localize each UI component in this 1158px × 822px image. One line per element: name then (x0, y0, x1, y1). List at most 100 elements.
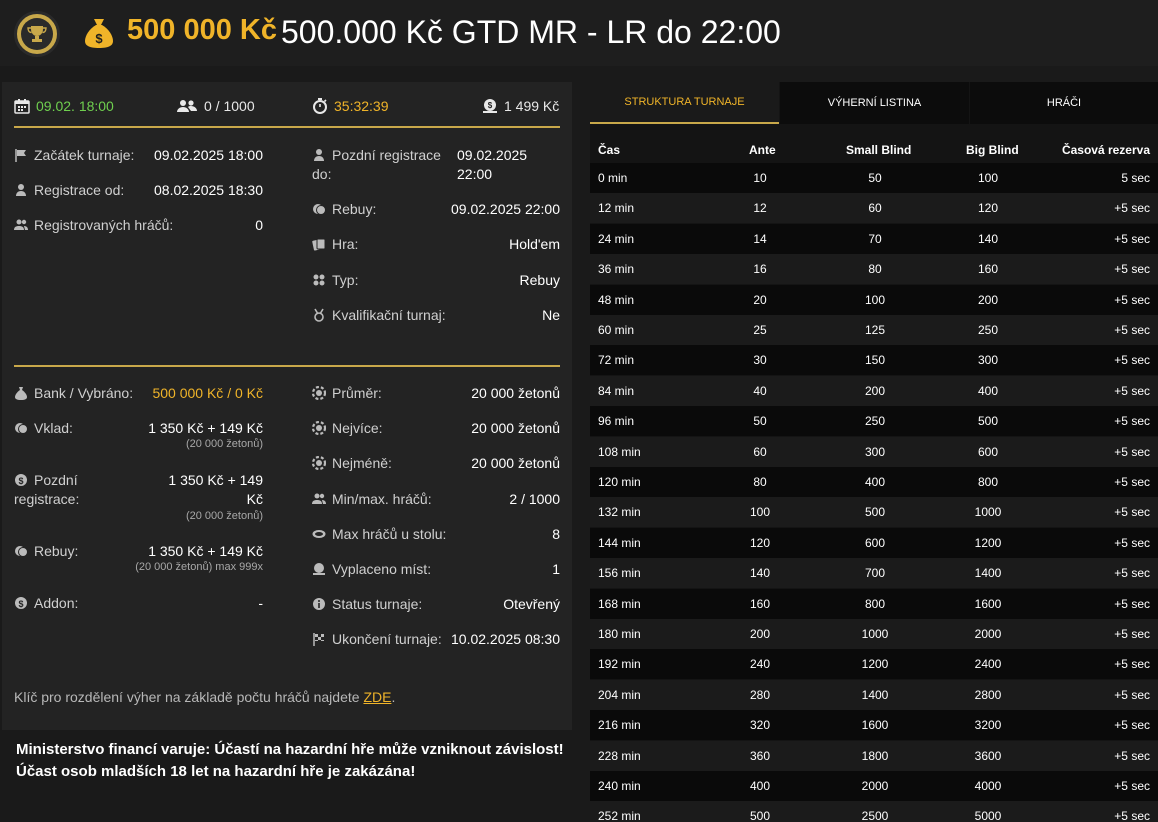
table-row: 0 min 10 50 100 5 sec (590, 163, 1158, 193)
info-icon (312, 597, 326, 611)
table-cell: 1600 (974, 596, 1002, 611)
table-cell: +5 sec (1114, 627, 1150, 641)
game-label: Hra: (312, 235, 358, 254)
table-cell: 1200 (974, 535, 1002, 550)
table-cell: 5 sec (1121, 171, 1150, 185)
paid-value: 1 (552, 561, 560, 577)
table-cell: 800 (864, 596, 886, 611)
medal-icon (312, 308, 326, 322)
table-cell: 2800 (974, 687, 1002, 702)
bank-label: Bank / Vybráno: (14, 384, 133, 403)
table-icon (312, 527, 326, 541)
table-cell: 216 min (598, 718, 641, 733)
most-label: Nejvíce: (311, 419, 383, 438)
table-cell: +5 sec (1114, 475, 1150, 489)
flag-icon (14, 148, 28, 162)
table-row: 168 min 160 800 1600 +5 sec (590, 588, 1158, 619)
table-cell: 300 (977, 353, 999, 368)
table-cell: +5 sec (1114, 292, 1150, 307)
avg-value: 20 000 žetonů (471, 385, 560, 401)
table-cell: 0 min (598, 171, 628, 185)
registered-label: Registrovaných hráčů: (14, 216, 173, 235)
table-cell: 500 (977, 414, 999, 429)
tab-structure[interactable]: STRUKTURA TURNAJE (590, 82, 779, 124)
trophy-logo-icon[interactable] (14, 11, 60, 57)
table-cell: 240 (749, 657, 771, 672)
table-size-label: Max hráčů u stolu: (312, 525, 446, 544)
table-cell: 125 (864, 323, 886, 337)
table-cell: +5 sec (1114, 596, 1150, 611)
users-icon (312, 492, 326, 506)
tab-prize-list[interactable]: VÝHERNÍ LISTINA (780, 82, 969, 124)
table-cell: 80 (868, 262, 882, 277)
table-row: 24 min 14 70 140 +5 sec (590, 223, 1158, 254)
table-row: 192 min 240 1200 2400 +5 sec (590, 649, 1158, 680)
table-cell: 25 (753, 323, 767, 337)
late-sub: (20 000 žetonů) (185, 510, 263, 522)
table-cell: 400 (749, 779, 771, 793)
table-cell: 120 (977, 201, 999, 216)
table-cell: 320 (749, 718, 771, 733)
calendar-icon (14, 98, 30, 114)
start-value: 09.02.2025 18:00 (154, 147, 263, 163)
late-reg-value: 09.02.2025 22:00 (457, 147, 528, 182)
stopwatch-icon (312, 98, 328, 114)
timer-stat: 35:32:39 (312, 98, 389, 114)
end-value: 10.02.2025 08:30 (451, 631, 560, 647)
chip-icon (311, 385, 327, 401)
table-cell: 60 (868, 201, 882, 216)
zde-link[interactable]: ZDE (363, 689, 391, 705)
start-date-stat: 09.02. 18:00 (14, 98, 114, 114)
table-row: 252 min 500 2500 5000 +5 sec (590, 801, 1158, 822)
table-cell: 280 (749, 687, 771, 702)
table-cell: 3600 (974, 748, 1002, 763)
table-cell: 96 min (598, 414, 635, 429)
table-cell: +5 sec (1114, 414, 1150, 429)
table-cell: 200 (864, 383, 886, 398)
divider (14, 126, 560, 128)
table-cell: 360 (749, 748, 771, 763)
table-cell: 120 min (598, 475, 641, 489)
col-time-bank: Časová rezerva (1061, 143, 1150, 157)
chip-bag-icon: $ (482, 98, 498, 114)
table-cell: 1800 (861, 748, 889, 763)
table-cell: 100 (977, 171, 999, 185)
table-cell: 1600 (861, 718, 889, 733)
table-cell: 48 min (598, 292, 635, 307)
table-cell: +5 sec (1114, 262, 1150, 277)
prize-amount: 500 000 Kč (127, 14, 277, 46)
table-cell: 700 (864, 566, 886, 581)
table-row: 180 min 200 1000 2000 +5 sec (590, 619, 1158, 649)
deposit-sub: (20 000 žetonů) (185, 438, 263, 450)
table-cell: 60 min (598, 323, 635, 337)
table-cell: 500 (864, 505, 886, 520)
rebuy-money-sub: (20 000 žetonů) max 999x (135, 561, 263, 573)
table-cell: 12 (753, 201, 767, 216)
tab-players[interactable]: HRÁČI (970, 82, 1158, 124)
table-row: 204 min 280 1400 2800 +5 sec (590, 679, 1158, 710)
reg-from-label: Registrace od: (14, 181, 124, 200)
table-cell: 120 (749, 535, 771, 550)
table-cell: 600 (864, 535, 886, 550)
table-cell: +5 sec (1114, 657, 1150, 672)
registered-value: 0 (255, 217, 263, 233)
table-row: 132 min 100 500 1000 +5 sec (590, 497, 1158, 528)
table-row: 60 min 25 125 250 +5 sec (590, 315, 1158, 345)
addon-value: - (258, 595, 263, 611)
avg-label: Průměr: (311, 384, 382, 403)
table-cell: 400 (977, 383, 999, 398)
table-cell: 250 (977, 323, 999, 337)
table-row: 240 min 400 2000 4000 +5 sec (590, 771, 1158, 801)
table-row: 216 min 320 1600 3200 +5 sec (590, 710, 1158, 741)
table-cell: +5 sec (1114, 444, 1150, 459)
minmax-value: 2 / 1000 (509, 491, 560, 507)
table-cell: 300 (864, 444, 886, 459)
deposit-value: 1 350 Kč + 149 Kč (148, 420, 263, 436)
table-row: 108 min 60 300 600 +5 sec (590, 436, 1158, 467)
table-cell: +5 sec (1114, 687, 1150, 702)
table-cell: 240 min (598, 779, 641, 793)
addon-label: $ Addon: (14, 594, 78, 613)
table-cell: 70 (868, 231, 882, 246)
table-size-value: 8 (552, 526, 560, 542)
svg-text:$: $ (95, 31, 103, 46)
